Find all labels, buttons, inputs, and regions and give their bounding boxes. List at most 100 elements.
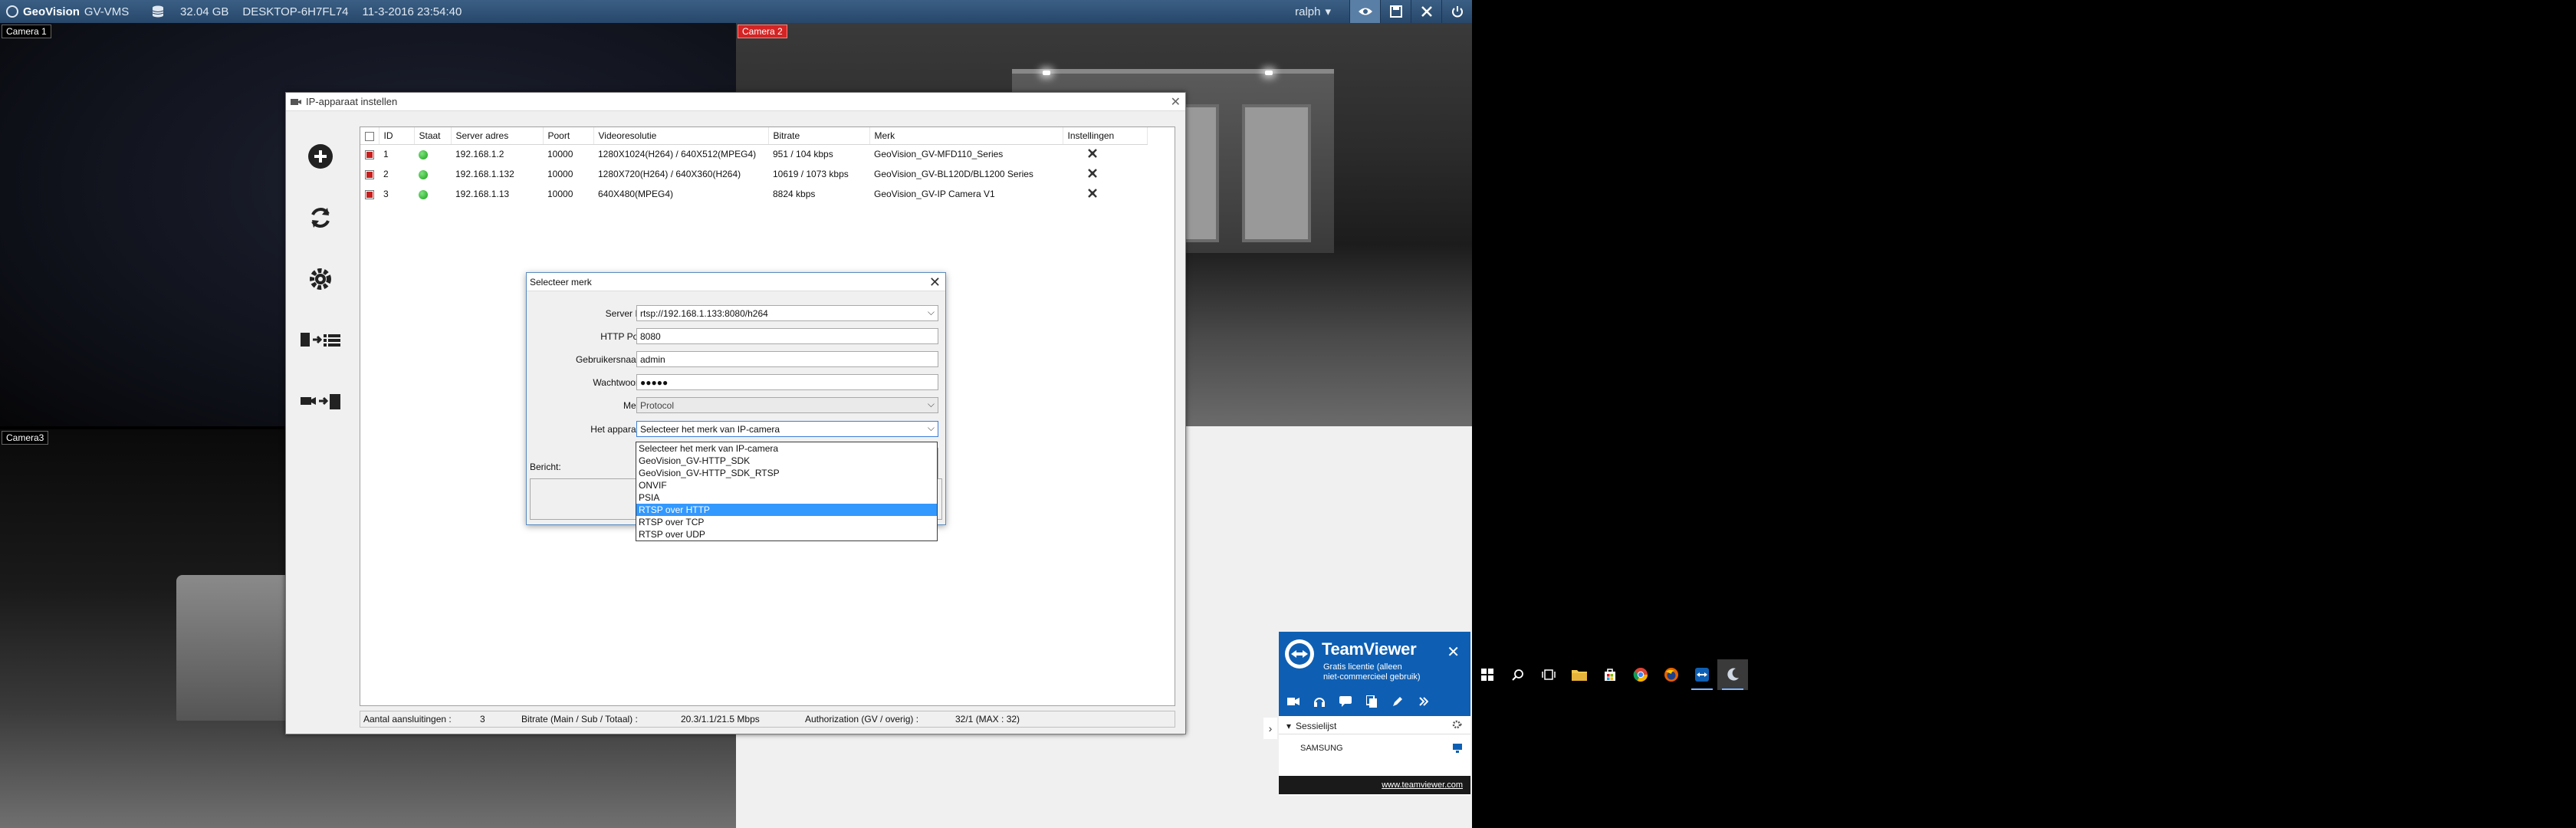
device-dropdown-list: Selecteer het merk van IP-camera GeoVisi…	[636, 442, 938, 541]
password-input[interactable]: ●●●●●	[636, 374, 938, 390]
export-list-button[interactable]	[298, 324, 344, 356]
import-device-button[interactable]	[298, 386, 344, 418]
tools-icon[interactable]	[1087, 148, 1098, 159]
device-port: 10000	[547, 169, 573, 179]
device-brand: GeoVision_GV-IP Camera V1	[874, 189, 995, 199]
close-icon[interactable]: ✕	[929, 274, 941, 290]
session-name: SAMSUNG	[1300, 744, 1343, 753]
firefox-button[interactable]	[1656, 659, 1687, 690]
table-row[interactable]: 2 192.168.1.132 10000 1280X720(H264) / 6…	[360, 164, 1147, 184]
row-select-cell	[360, 164, 379, 184]
device-to-list-icon	[301, 333, 340, 347]
device-status	[414, 144, 451, 164]
dropdown-option-selected[interactable]: RTSP over HTTP	[636, 504, 937, 516]
user-menu[interactable]: ralph ▾	[1295, 5, 1331, 19]
row-checkbox[interactable]	[365, 169, 374, 179]
row-select-cell	[360, 184, 379, 204]
username-row: Gebruikersnaam: admin	[527, 351, 947, 368]
authorization-label: Authorization (GV / overig) :	[805, 714, 919, 724]
search-icon	[1512, 669, 1523, 681]
save-button[interactable]	[1380, 0, 1411, 23]
task-view-button[interactable]	[1533, 659, 1564, 690]
add-device-button[interactable]	[304, 140, 337, 172]
chevron-right-icon[interactable]: ›	[1263, 718, 1277, 739]
table-row[interactable]: 3 192.168.1.13 10000 640X480(MPEG4) 8824…	[360, 184, 1147, 204]
power-icon	[1451, 6, 1463, 18]
column-header[interactable]: Staat	[414, 127, 452, 145]
teamviewer-website-link[interactable]: www.teamviewer.com	[1279, 776, 1470, 794]
edit-icon[interactable]	[1389, 693, 1406, 710]
server-ip-combo[interactable]: rtsp://192.168.1.133:8080/h264	[636, 305, 938, 321]
server-ip-row: Server IP: rtsp://192.168.1.133:8080/h26…	[527, 305, 947, 322]
table-row[interactable]: 1 192.168.1.2 10000 1280X1024(H264) / 64…	[360, 144, 1147, 164]
dropdown-option[interactable]: PSIA	[636, 491, 937, 504]
teamviewer-name: TeamViewer	[1322, 639, 1417, 659]
search-button[interactable]	[1503, 659, 1533, 690]
dropdown-option[interactable]: GeoVision_GV-HTTP_SDK	[636, 455, 937, 467]
device-brand: GeoVision_GV-BL120D/BL1200 Series	[874, 169, 1033, 179]
license-text-line1: Gratis licentie (alleen	[1323, 662, 1402, 672]
column-header[interactable]: Instellingen	[1063, 127, 1148, 145]
teamviewer-toolbar	[1285, 693, 1432, 710]
gv-vms-taskbar-button[interactable]	[1717, 659, 1748, 690]
column-header[interactable]: ID	[379, 127, 415, 145]
tools-icon[interactable]	[1087, 188, 1098, 199]
column-header[interactable]: Bitrate	[768, 127, 870, 145]
file-transfer-icon[interactable]	[1363, 693, 1380, 710]
column-header[interactable]: Merk	[869, 127, 1063, 145]
power-button[interactable]	[1441, 0, 1472, 23]
file-explorer-button[interactable]	[1564, 659, 1595, 690]
tools-icon[interactable]	[1087, 168, 1098, 179]
column-header[interactable]: Poort	[543, 127, 594, 145]
double-chevron-right-icon[interactable]	[1415, 693, 1432, 710]
dropdown-option[interactable]: Selecteer het merk van IP-camera	[636, 442, 937, 455]
device-settings-cell	[1063, 184, 1147, 204]
dropdown-option[interactable]: GeoVision_GV-HTTP_SDK_RTSP	[636, 467, 937, 479]
eye-button[interactable]	[1349, 0, 1380, 23]
connections-value: 3	[480, 714, 485, 724]
dropdown-option[interactable]: RTSP over UDP	[636, 528, 937, 540]
camera-device-icon	[291, 98, 301, 105]
row-checkbox[interactable]	[365, 189, 374, 199]
start-button[interactable]	[1472, 659, 1503, 690]
video-camera-icon[interactable]	[1285, 693, 1302, 710]
computer-icon[interactable]	[1452, 743, 1463, 756]
session-list-label: Sessielijst	[1296, 720, 1337, 731]
device-address: 192.168.1.132	[455, 169, 514, 179]
store-button[interactable]	[1595, 659, 1625, 690]
teamviewer-taskbar-button[interactable]	[1687, 659, 1717, 690]
floppy-icon	[1389, 5, 1402, 18]
dropdown-option[interactable]: RTSP over TCP	[636, 516, 937, 528]
status-online-icon	[419, 169, 428, 179]
chat-icon[interactable]	[1337, 693, 1354, 710]
settings-button[interactable]	[304, 263, 337, 295]
camera-label: Camera 2	[738, 25, 787, 38]
disk-space: 32.04 GB	[180, 5, 229, 18]
brand-select[interactable]: Protocol	[636, 397, 938, 413]
session-list-header[interactable]: ▾ Sessielijst	[1279, 718, 1470, 734]
database-icon	[152, 5, 164, 18]
column-header[interactable]: Server adres	[451, 127, 544, 145]
dropdown-option[interactable]: ONVIF	[636, 479, 937, 491]
refresh-button[interactable]	[304, 202, 337, 234]
chrome-button[interactable]	[1625, 659, 1656, 690]
gear-icon[interactable]	[1452, 720, 1463, 731]
row-checkbox[interactable]	[365, 150, 374, 160]
username-input[interactable]: admin	[636, 351, 938, 367]
bitrate-value: 20.3/1.1/21.5 Mbps	[681, 714, 760, 724]
select-all-header[interactable]	[360, 127, 380, 145]
device-bitrate: 10619 / 1073 kbps	[773, 169, 849, 179]
table-header-row: ID Staat Server adres Poort Videoresolut…	[360, 127, 1148, 145]
close-icon[interactable]: ✕	[1171, 94, 1181, 110]
device-select[interactable]: Selecteer het merk van IP-camera	[636, 421, 938, 437]
http-port-input[interactable]: 8080	[636, 328, 938, 344]
close-icon[interactable]: ✕	[1447, 642, 1460, 662]
select-all-checkbox[interactable]	[365, 131, 374, 141]
connections-label: Aantal aansluitingen :	[363, 714, 452, 724]
chrome-icon	[1633, 668, 1648, 682]
session-item[interactable]: SAMSUNG	[1279, 739, 1470, 757]
column-header[interactable]: Videoresolutie	[593, 127, 769, 145]
device-resolution: 1280X1024(H264) / 640X512(MPEG4)	[598, 149, 757, 160]
headset-icon[interactable]	[1311, 693, 1328, 710]
tools-button[interactable]	[1411, 0, 1441, 23]
